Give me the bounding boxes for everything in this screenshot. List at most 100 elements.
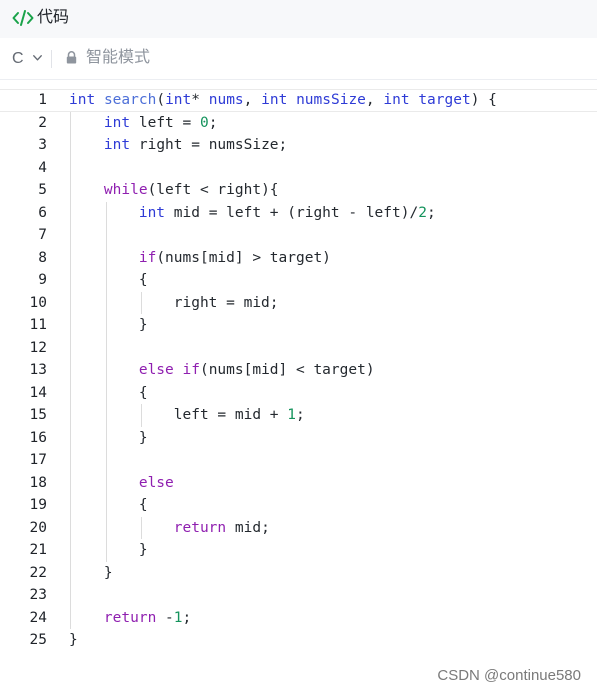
code-token: 0 [199,114,209,131]
code-line[interactable]: 1 int search(int* nums, int numsSize, int… [0,89,597,112]
code-text: { [69,269,148,292]
code-line[interactable]: 14 { [0,382,597,405]
line-number: 16 [29,429,47,446]
code-block-header: 代码 [0,0,597,39]
code-line[interactable]: 15 left = mid + 1; [0,404,597,427]
code-text: int search(int* nums, int numsSize, int … [69,90,497,111]
code-token: , [365,92,384,108]
code-line[interactable]: 19 { [0,494,597,517]
code-token: mid; [226,519,270,536]
line-number: 4 [38,159,47,176]
code-line[interactable]: 4 [0,157,597,180]
code-token: if [138,249,157,266]
code-token: 2 [418,204,427,221]
code-token: (nums[mid] < target) [199,362,375,378]
code-text: } [69,314,148,337]
code-text: int left = 0; [69,112,218,135]
code-token: return [173,519,227,536]
line-number: 10 [29,294,47,311]
code-line[interactable]: 23 [0,584,597,607]
code-line[interactable]: 11 } [0,314,597,337]
code-text: } [69,629,78,652]
line-number: 24 [29,609,47,626]
code-line[interactable]: 10 right = mid; [0,292,597,315]
line-number: 17 [29,452,47,468]
code-token: int [261,92,288,108]
code-icon [12,10,34,26]
code-text: return mid; [69,517,270,540]
code-token: } [69,542,148,558]
code-token: left = [130,114,200,131]
code-text: if(nums[mid] > target) [69,247,331,270]
line-number: 18 [29,474,47,491]
line-number: 13 [29,362,47,378]
line-number: 7 [38,227,47,243]
code-text: while(left < right){ [69,179,279,202]
code-token: - [156,609,174,626]
line-number: 14 [29,384,47,401]
code-line[interactable]: 17 [0,449,597,472]
language-select[interactable]: C [12,50,24,68]
code-token: ) { [470,92,497,108]
code-line[interactable]: 25} [0,629,597,652]
code-token: right = numsSize; [130,137,288,153]
code-text: int right = numsSize; [69,134,287,157]
code-token: (left < right){ [147,182,279,198]
code-text: } [69,427,148,450]
code-text: else [69,472,174,495]
code-token: (nums[mid] > target) [156,249,331,266]
lock-icon [66,51,77,64]
code-token: left = mid + [69,407,288,423]
line-number: 15 [29,407,47,423]
indent-guide [141,404,142,427]
code-token: } [69,429,148,446]
code-line[interactable]: 24 return -1; [0,607,597,630]
code-line[interactable]: 22 } [0,562,597,585]
code-line[interactable]: 7 [0,224,597,247]
code-line[interactable]: 13 else if(nums[mid] < target) [0,359,597,382]
code-text: { [69,494,148,517]
code-token: int [165,92,192,108]
code-line[interactable]: 5 while(left < right){ [0,179,597,202]
code-line[interactable]: 8 if(nums[mid] > target) [0,247,597,270]
line-number: 20 [29,519,47,536]
code-line[interactable]: 6 int mid = left + (right - left)/2; [0,202,597,225]
line-number: 21 [29,542,47,558]
line-number: 9 [38,272,47,288]
code-token: ; [295,407,305,423]
code-token: , [243,92,262,108]
code-line[interactable]: 9 { [0,269,597,292]
code-text: else if(nums[mid] < target) [69,359,375,382]
code-token: 1 [173,609,183,626]
code-line[interactable]: 18 else [0,472,597,495]
line-number: 6 [38,204,47,221]
indent-guide [106,201,107,562]
code-line[interactable]: 21 } [0,539,597,562]
code-line[interactable]: 3 int right = numsSize; [0,134,597,157]
code-line[interactable]: 2 int left = 0; [0,112,597,135]
code-line[interactable]: 16 } [0,427,597,450]
line-number: 1 [38,92,47,108]
line-number: 5 [38,182,47,198]
code-token: * [191,92,209,108]
code-line[interactable]: 12 [0,337,597,360]
code-token: search [103,92,157,108]
code-block-title: 代码 [37,9,70,26]
code-token: { [69,384,148,401]
chevron-down-icon[interactable] [33,55,42,61]
indent-guide [141,291,142,314]
code-token: int [138,204,166,221]
code-toolbar: C 智能模式 [0,38,597,80]
smart-mode-label[interactable]: 智能模式 [86,48,150,68]
code-text: left = mid + 1; [69,404,305,427]
code-line[interactable]: 20 return mid; [0,517,597,540]
